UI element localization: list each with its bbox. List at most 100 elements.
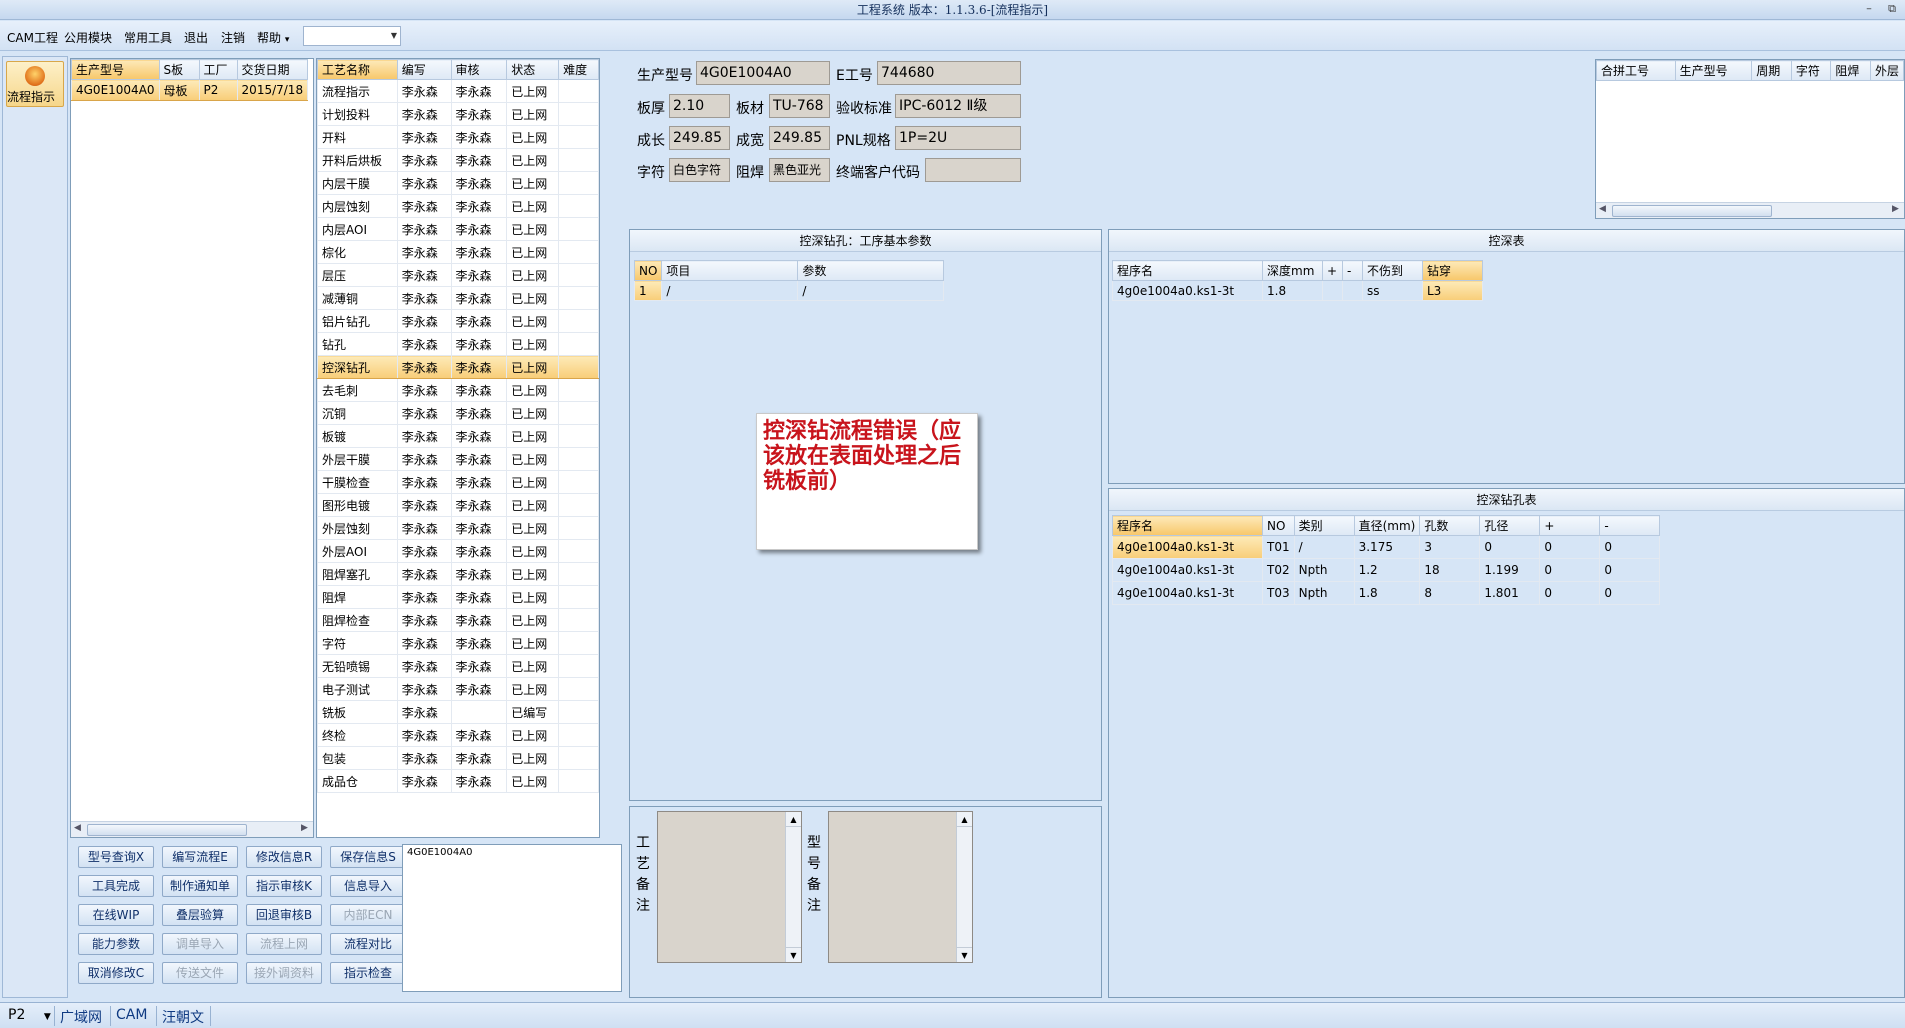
- depth-col-header[interactable]: -: [1342, 260, 1363, 281]
- hole-col-header[interactable]: 类别: [1293, 515, 1355, 536]
- action-button[interactable]: 编写流程E: [162, 846, 238, 868]
- hole-col-header[interactable]: 孔数: [1419, 515, 1481, 536]
- scroll-down-icon[interactable]: ▼: [957, 947, 972, 962]
- order-col-header[interactable]: 交货日期: [236, 59, 309, 80]
- hole-row[interactable]: 4g0e1004a0.ks1-3t T03 Npth 1.8 8 1.801 0 0: [1112, 581, 1661, 605]
- e-no-field[interactable]: 744680: [877, 61, 1021, 85]
- memo-vscrollbar[interactable]: ▲ ▼: [785, 812, 801, 962]
- process-row[interactable]: 外层AOI 李永森 李永森 已上网: [317, 539, 599, 563]
- menu-cam[interactable]: CAM工程: [7, 29, 58, 46]
- hole-col-header[interactable]: -: [1599, 515, 1661, 536]
- minimize-button[interactable]: –: [1862, 2, 1876, 16]
- process-row[interactable]: 去毛刺 李永森 李永森 已上网: [317, 378, 599, 402]
- merge-col-header[interactable]: 阻焊: [1830, 60, 1871, 81]
- prod-model-field[interactable]: 4G0E1004A0: [696, 61, 830, 85]
- scroll-down-icon[interactable]: ▼: [786, 947, 801, 962]
- process-row[interactable]: 无铅喷锡 李永森 李永森 已上网: [317, 654, 599, 678]
- action-button[interactable]: 流程对比: [330, 933, 406, 955]
- process-row[interactable]: 干膜检查 李永森 李永森 已上网: [317, 470, 599, 494]
- process-row[interactable]: 内层蚀刻 李永森 李永森 已上网: [317, 194, 599, 218]
- depth-col-header[interactable]: 钻穿: [1422, 260, 1483, 281]
- params-col-header[interactable]: NO: [633, 260, 663, 281]
- scroll-right-icon[interactable]: ▶: [1892, 204, 1899, 214]
- process-row[interactable]: 外层干膜 李永森 李永森 已上网: [317, 447, 599, 471]
- width-field[interactable]: 249.85: [769, 126, 830, 150]
- thickness-field[interactable]: 2.10: [669, 94, 730, 118]
- action-button[interactable]: 传送文件: [162, 962, 238, 984]
- action-button[interactable]: 指示审核K: [246, 875, 322, 897]
- action-button[interactable]: 叠层验算: [162, 904, 238, 926]
- menu-common-tools[interactable]: 常用工具: [124, 29, 172, 46]
- model-memo[interactable]: ▲ ▼: [828, 811, 973, 963]
- depth-col-header[interactable]: +: [1322, 260, 1343, 281]
- order-col-header[interactable]: S板: [158, 59, 200, 80]
- process-row[interactable]: 内层干膜 李永森 李永森 已上网: [317, 171, 599, 195]
- process-col-header[interactable]: 状态: [506, 59, 560, 80]
- process-row[interactable]: 控深钻孔 李永森 李永森 已上网: [317, 355, 599, 379]
- hole-col-header[interactable]: 孔径: [1479, 515, 1541, 536]
- action-button[interactable]: 调单导入: [162, 933, 238, 955]
- process-col-header[interactable]: 编写: [396, 59, 452, 80]
- material-field[interactable]: TU-768: [769, 94, 830, 118]
- process-row[interactable]: 图形电镀 李永森 李永森 已上网: [317, 493, 599, 517]
- depth-col-header[interactable]: 程序名: [1112, 260, 1263, 281]
- action-button[interactable]: 内部ECN: [330, 904, 406, 926]
- action-button[interactable]: 接外调资料: [246, 962, 322, 984]
- action-button[interactable]: 制作通知单: [162, 875, 238, 897]
- process-row[interactable]: 电子测试 李永森 李永森 已上网: [317, 677, 599, 701]
- hole-col-header[interactable]: NO: [1262, 515, 1295, 536]
- params-col-header[interactable]: 项目: [661, 260, 799, 281]
- order-row[interactable]: 4G0E1004A0 母板 P2 2015/7/18: [71, 79, 309, 101]
- params-row[interactable]: 1//: [633, 280, 945, 301]
- process-row[interactable]: 层压 李永森 李永森 已上网: [317, 263, 599, 287]
- process-row[interactable]: 外层蚀刻 李永森 李永森 已上网: [317, 516, 599, 540]
- depth-row[interactable]: 4g0e1004a0.ks1-3t 1.8 ss L3: [1112, 280, 1483, 301]
- merge-col-header[interactable]: 合拼工号: [1596, 60, 1676, 81]
- model-note-box[interactable]: 4G0E1004A0: [402, 844, 622, 992]
- process-row[interactable]: 钻孔 李永森 李永森 已上网: [317, 332, 599, 356]
- process-row[interactable]: 减薄铜 李永森 李永森 已上网: [317, 286, 599, 310]
- order-scroll-thumb[interactable]: [87, 824, 247, 836]
- process-row[interactable]: 流程指示 李永森 李永森 已上网: [317, 79, 599, 103]
- hole-col-header[interactable]: +: [1539, 515, 1601, 536]
- process-memo[interactable]: ▲ ▼: [657, 811, 802, 963]
- client-field[interactable]: [925, 158, 1021, 182]
- action-button[interactable]: 型号查询X: [78, 846, 154, 868]
- process-row[interactable]: 棕化 李永森 李永森 已上网: [317, 240, 599, 264]
- merge-col-header[interactable]: 周期: [1751, 60, 1792, 81]
- status-factory-combo[interactable]: P2 ▼: [8, 1007, 51, 1023]
- process-row[interactable]: 终检 李永森 李永森 已上网: [317, 723, 599, 747]
- action-button[interactable]: 回退审核B: [246, 904, 322, 926]
- process-row[interactable]: 阻焊塞孔 李永森 李永森 已上网: [317, 562, 599, 586]
- hole-col-header[interactable]: 直径(mm): [1353, 515, 1421, 536]
- process-row[interactable]: 阻焊 李永森 李永森 已上网: [317, 585, 599, 609]
- process-col-header[interactable]: 工艺名称: [317, 59, 398, 80]
- length-field[interactable]: 249.85: [669, 126, 730, 150]
- mask-field[interactable]: 黑色亚光: [769, 158, 830, 182]
- action-button[interactable]: 工具完成: [78, 875, 154, 897]
- char-field[interactable]: 白色字符: [669, 158, 730, 182]
- process-row[interactable]: 铣板 李永森 已编写: [317, 700, 599, 724]
- depth-col-header[interactable]: 深度mm: [1262, 260, 1323, 281]
- scroll-up-icon[interactable]: ▲: [957, 812, 972, 827]
- process-row[interactable]: 成品仓 李永森 李永森 已上网: [317, 769, 599, 793]
- process-row[interactable]: 包装 李永森 李永森 已上网: [317, 746, 599, 770]
- menu-logout[interactable]: 注销: [221, 29, 245, 46]
- process-row[interactable]: 内层AOI 李永森 李永森 已上网: [317, 217, 599, 241]
- process-row[interactable]: 沉铜 李永森 李永森 已上网: [317, 401, 599, 425]
- process-row[interactable]: 板镀 李永森 李永森 已上网: [317, 424, 599, 448]
- merge-scroll-thumb[interactable]: [1612, 205, 1772, 217]
- menu-common-modules[interactable]: 公用模块: [64, 29, 112, 46]
- standard-field[interactable]: IPC-6012 Ⅱ级: [895, 94, 1021, 118]
- order-hscrollbar[interactable]: ◀ ▶: [71, 821, 313, 837]
- pnl-field[interactable]: 1P=2U: [895, 126, 1021, 150]
- memo-vscrollbar[interactable]: ▲ ▼: [956, 812, 972, 962]
- menu-combo[interactable]: ▼: [303, 26, 401, 46]
- action-button[interactable]: 取消修改C: [78, 962, 154, 984]
- order-col-header[interactable]: 工厂: [198, 59, 238, 80]
- action-button[interactable]: 修改信息R: [246, 846, 322, 868]
- scroll-right-icon[interactable]: ▶: [301, 823, 308, 833]
- merge-col-header[interactable]: 生产型号: [1674, 60, 1753, 81]
- process-row[interactable]: 开料 李永森 李永森 已上网: [317, 125, 599, 149]
- merge-hscrollbar[interactable]: ◀ ▶: [1596, 202, 1904, 218]
